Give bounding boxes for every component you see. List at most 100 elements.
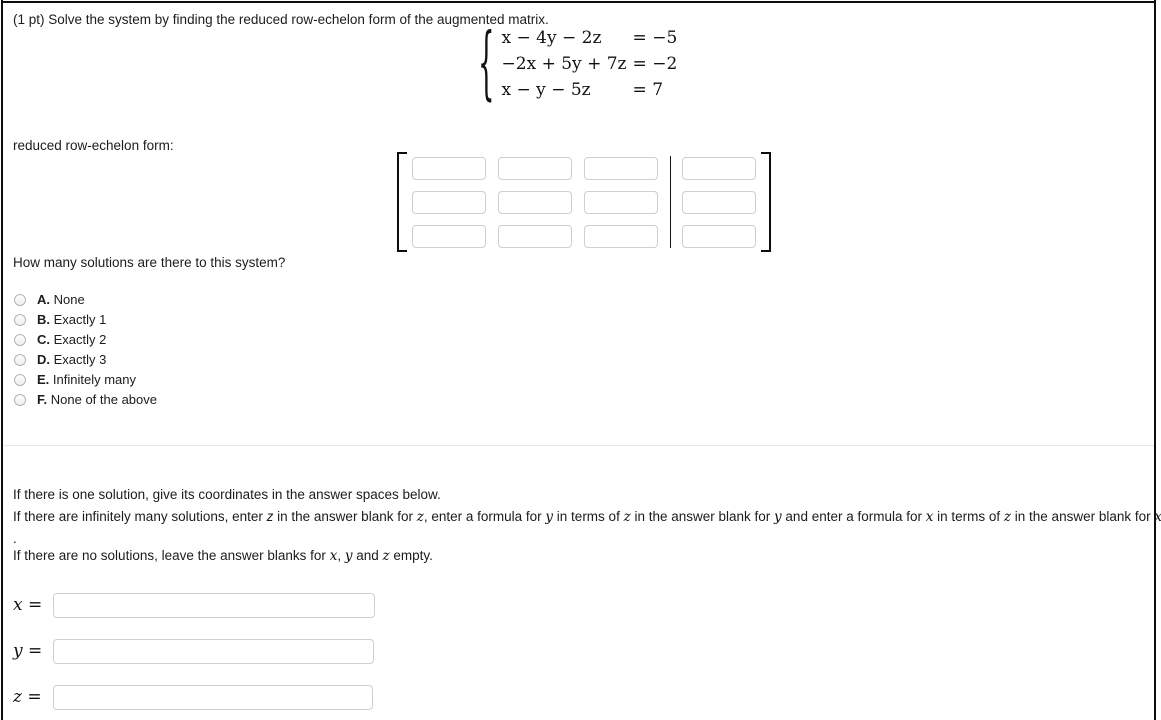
- choice-f[interactable]: F. None of the above: [14, 390, 157, 410]
- instr2-c: , enter a formula for: [423, 508, 546, 524]
- problem-page: (1 pt) Solve the system by finding the r…: [0, 0, 1161, 720]
- matrix-augment-divider: [670, 156, 671, 248]
- system-brace: {: [478, 19, 495, 111]
- choice-letter-d: D.: [37, 352, 50, 367]
- answer-eq-y: =: [28, 641, 43, 661]
- choice-letter-f: F.: [37, 392, 48, 407]
- radio-icon-f[interactable]: [14, 394, 26, 406]
- instr2-z1: z: [416, 508, 424, 525]
- answer-var-x: x: [13, 595, 23, 615]
- instr4-end: empty.: [389, 548, 433, 563]
- matrix-cell-r1c4[interactable]: [682, 156, 756, 180]
- answer-row-y: y =: [13, 628, 375, 674]
- answer-eq-x: =: [28, 595, 43, 615]
- matrix-cell-r3c2[interactable]: [498, 224, 572, 248]
- matrix-cell-r2c2[interactable]: [498, 190, 572, 214]
- answer-input-x[interactable]: [53, 592, 375, 618]
- instr2-f: and enter a formula for: [781, 508, 926, 524]
- choice-text-d: Exactly 3: [53, 352, 107, 367]
- matrix-cell-r1c3[interactable]: [584, 156, 658, 180]
- equation-lhs: x − 4y − 2z: [501, 28, 602, 48]
- answer-row-z: z =: [13, 674, 375, 720]
- choice-label-a: A. None: [37, 292, 85, 308]
- instr2-g: in terms of: [933, 508, 1004, 524]
- choice-a[interactable]: A. None: [14, 290, 157, 310]
- choice-text-f: None of the above: [50, 392, 157, 407]
- instr2-x2: x: [1154, 509, 1161, 525]
- answer-var-y: y: [13, 641, 23, 661]
- answer-var-z: z: [13, 687, 22, 707]
- choice-c[interactable]: C. Exactly 2: [14, 330, 157, 350]
- instr2-e: in the answer blank for: [630, 508, 775, 524]
- matrix-cell-r3c3[interactable]: [584, 224, 658, 248]
- equation-row: −2x + 5y + 7z = −2: [502, 52, 678, 76]
- instruction-line-1: If there is one solution, give its coord…: [13, 487, 441, 502]
- answer-instructions: If there is one solution, give its coord…: [13, 484, 1161, 550]
- instr4-z: z: [382, 548, 390, 564]
- equation-row: x − 4y − 2z = −5: [502, 26, 678, 50]
- answer-label-y: y =: [13, 641, 53, 661]
- equation-rhs: = 7: [632, 80, 664, 100]
- equation-lhs: −2x + 5y + 7z: [501, 54, 627, 74]
- radio-icon-a[interactable]: [14, 294, 26, 306]
- instr2-h: in the answer blank for: [1011, 508, 1155, 524]
- choice-letter-e: E.: [37, 372, 50, 387]
- radio-icon-d[interactable]: [14, 354, 26, 366]
- matrix-left-bracket: [397, 152, 408, 252]
- choice-letter-c: C.: [37, 332, 50, 347]
- matrix-cell-r1c1[interactable]: [412, 156, 486, 180]
- matrix-cell-r3c4[interactable]: [682, 224, 756, 248]
- radio-icon-b[interactable]: [14, 314, 26, 326]
- instr2-d: in terms of: [553, 508, 624, 524]
- matrix-cell-r2c3[interactable]: [584, 190, 658, 214]
- matrix-cell-r3c1[interactable]: [412, 224, 486, 248]
- choice-text-e: Infinitely many: [52, 372, 137, 387]
- matrix-column-1: [412, 156, 486, 248]
- answer-input-y[interactable]: [53, 638, 374, 664]
- matrix-cell-r2c1[interactable]: [412, 190, 486, 214]
- matrix-cell-r2c4[interactable]: [682, 190, 756, 214]
- choice-d[interactable]: D. Exactly 3: [14, 350, 157, 370]
- choice-label-d: D. Exactly 3: [37, 352, 106, 368]
- radio-icon-c[interactable]: [14, 334, 26, 346]
- solutions-choice-group: A. None B. Exactly 1 C. Exactly 2 D. Exa…: [14, 290, 157, 410]
- matrix-column-4: [682, 156, 756, 248]
- answer-row-x: x =: [13, 582, 375, 628]
- instr2-b: in the answer blank for: [273, 508, 417, 524]
- choice-label-f: F. None of the above: [37, 392, 157, 408]
- instr2-y2: y: [774, 508, 782, 525]
- answer-input-z[interactable]: [53, 684, 373, 710]
- problem-prompt: (1 pt) Solve the system by finding the r…: [13, 12, 549, 27]
- instr2-z3: z: [1003, 508, 1012, 525]
- choice-e[interactable]: E. Infinitely many: [14, 370, 157, 390]
- answer-eq-z: =: [27, 687, 42, 707]
- matrix-cell-r1c2[interactable]: [498, 156, 572, 180]
- choice-b[interactable]: B. Exactly 1: [14, 310, 157, 330]
- choice-letter-a: A.: [37, 292, 50, 307]
- instruction-line-2: If there are infinitely many solutions, …: [13, 506, 1161, 529]
- equation-rhs: = −5: [632, 28, 678, 48]
- matrix-column-3: [584, 156, 658, 248]
- matrix-grid: [408, 152, 760, 252]
- radio-icon-e[interactable]: [14, 374, 26, 386]
- choice-text-b: Exactly 1: [53, 312, 107, 327]
- instr4-and: and: [352, 548, 383, 563]
- answer-label-z: z =: [13, 687, 53, 707]
- instr2-a: If there are infinitely many solutions, …: [13, 508, 267, 524]
- section-divider: [4, 445, 1154, 446]
- answer-fields: x = y = z =: [13, 582, 375, 720]
- answer-label-x: x =: [13, 595, 53, 615]
- equation-list: x − 4y − 2z = −5 −2x + 5y + 7z = −2 x − …: [502, 26, 678, 102]
- choice-label-e: E. Infinitely many: [37, 372, 136, 388]
- choice-text-c: Exactly 2: [53, 332, 107, 347]
- choice-label-b: B. Exactly 1: [37, 312, 106, 328]
- choice-text-a: None: [53, 292, 85, 307]
- equation-rhs: = −2: [632, 54, 678, 74]
- problem-content: (1 pt) Solve the system by finding the r…: [0, 0, 1161, 720]
- rref-label: reduced row-echelon form:: [13, 138, 174, 153]
- equation-lhs: x − y − 5z: [501, 80, 591, 100]
- instruction-line-4: If there are no solutions, leave the ans…: [13, 547, 433, 565]
- instr4-a: If there are no solutions, leave the ans…: [13, 548, 330, 563]
- augmented-matrix: [397, 152, 771, 252]
- equation-row: x − y − 5z = 7: [502, 78, 678, 102]
